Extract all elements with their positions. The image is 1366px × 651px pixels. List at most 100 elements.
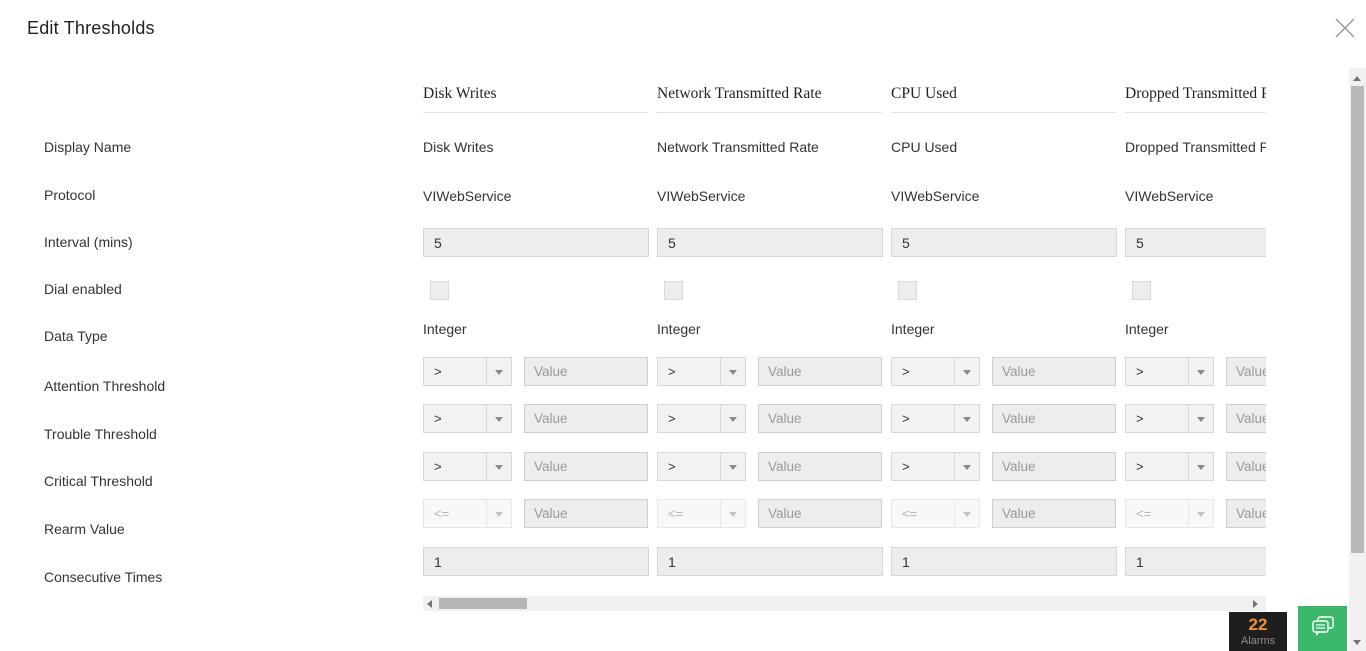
critical-value-input[interactable] xyxy=(1226,452,1266,481)
chevron-down-icon xyxy=(954,405,979,432)
dial-enabled-checkbox[interactable] xyxy=(664,281,683,300)
critical-operator-select[interactable]: > xyxy=(1125,452,1214,481)
chevron-down-icon xyxy=(486,453,511,480)
attention-operator-select[interactable]: > xyxy=(423,357,512,386)
field-label-consecutive-times: Consecutive Times xyxy=(44,569,163,585)
consecutive-times-input[interactable] xyxy=(657,547,883,576)
chat-bubbles-icon xyxy=(1309,613,1337,644)
field-label-trouble-threshold: Trouble Threshold xyxy=(44,426,157,442)
critical-threshold-row: > xyxy=(657,452,885,481)
data-type-value: Integer xyxy=(423,321,467,337)
attention-operator-select[interactable]: > xyxy=(891,357,980,386)
chevron-down-icon xyxy=(720,500,745,527)
critical-threshold-row: > xyxy=(891,452,1119,481)
data-type-value: Integer xyxy=(891,321,935,337)
field-label-dial-enabled: Dial enabled xyxy=(44,281,122,297)
protocol-value: VIWebService xyxy=(657,188,746,204)
chat-button[interactable] xyxy=(1298,606,1347,651)
horizontal-scrollbar-thumb[interactable] xyxy=(439,598,527,609)
critical-value-input[interactable] xyxy=(524,452,648,481)
attention-value-input[interactable] xyxy=(524,357,648,386)
scroll-up-icon[interactable] xyxy=(1353,76,1361,81)
critical-operator-select[interactable]: > xyxy=(891,452,980,481)
rearm-operator-select: <= xyxy=(1125,499,1214,528)
rearm-value-input[interactable] xyxy=(758,499,882,528)
field-label-attention-threshold: Attention Threshold xyxy=(44,378,166,394)
consecutive-times-input[interactable] xyxy=(423,547,649,576)
scroll-right-icon[interactable] xyxy=(1253,600,1258,608)
critical-value-input[interactable] xyxy=(758,452,882,481)
trouble-value-input[interactable] xyxy=(1226,404,1266,433)
attention-threshold-row: > xyxy=(657,357,885,386)
display-name-value: Disk Writes xyxy=(423,139,494,155)
field-label-data-type: Data Type xyxy=(44,328,108,344)
data-type-value: Integer xyxy=(1125,321,1169,337)
critical-value-input[interactable] xyxy=(992,452,1116,481)
interval-input[interactable] xyxy=(423,228,649,257)
attention-operator-select[interactable]: > xyxy=(1125,357,1214,386)
chevron-down-icon xyxy=(720,453,745,480)
data-type-value: Integer xyxy=(657,321,701,337)
trouble-threshold-row: > xyxy=(1125,404,1266,433)
rearm-value-row: <= xyxy=(891,499,1119,528)
rearm-operator-select: <= xyxy=(891,499,980,528)
scroll-left-icon[interactable] xyxy=(427,600,432,608)
attention-operator-select[interactable]: > xyxy=(657,357,746,386)
dial-enabled-checkbox[interactable] xyxy=(430,281,449,300)
vertical-scrollbar[interactable] xyxy=(1349,68,1366,651)
attention-threshold-row: > xyxy=(1125,357,1266,386)
trouble-operator-select[interactable]: > xyxy=(423,404,512,433)
attention-value-input[interactable] xyxy=(992,357,1116,386)
rearm-value-input[interactable] xyxy=(992,499,1116,528)
column-header: Disk Writes xyxy=(423,85,648,113)
consecutive-times-input[interactable] xyxy=(1125,547,1266,576)
rearm-value-row: <= xyxy=(657,499,885,528)
critical-threshold-row: > xyxy=(1125,452,1266,481)
chevron-down-icon xyxy=(1188,405,1213,432)
attention-threshold-row: > xyxy=(891,357,1119,386)
rearm-value-row: <= xyxy=(423,499,651,528)
dial-enabled-checkbox[interactable] xyxy=(898,281,917,300)
field-label-protocol: Protocol xyxy=(44,187,96,203)
chevron-down-icon xyxy=(486,405,511,432)
critical-operator-select[interactable]: > xyxy=(657,452,746,481)
horizontal-scrollbar[interactable] xyxy=(423,596,1266,611)
alarms-label: Alarms xyxy=(1240,635,1276,647)
rearm-value-row: <= xyxy=(1125,499,1266,528)
close-icon[interactable] xyxy=(1333,16,1357,40)
chevron-down-icon xyxy=(720,405,745,432)
critical-threshold-row: > xyxy=(423,452,651,481)
scroll-down-icon[interactable] xyxy=(1353,640,1361,645)
trouble-threshold-row: > xyxy=(657,404,885,433)
trouble-value-input[interactable] xyxy=(758,404,882,433)
rearm-value-input[interactable] xyxy=(524,499,648,528)
dial-enabled-checkbox[interactable] xyxy=(1132,281,1151,300)
chevron-down-icon xyxy=(486,500,511,527)
critical-operator-select[interactable]: > xyxy=(423,452,512,481)
trouble-threshold-row: > xyxy=(891,404,1119,433)
trouble-value-input[interactable] xyxy=(524,404,648,433)
trouble-operator-select[interactable]: > xyxy=(891,404,980,433)
metric-column-disk-writes: Disk Writes Disk Writes VIWebService Int… xyxy=(423,80,651,592)
trouble-value-input[interactable] xyxy=(992,404,1116,433)
consecutive-times-input[interactable] xyxy=(891,547,1117,576)
alarms-badge[interactable]: 22 Alarms xyxy=(1229,612,1287,651)
interval-input[interactable] xyxy=(1125,228,1266,257)
trouble-operator-select[interactable]: > xyxy=(657,404,746,433)
vertical-scrollbar-thumb[interactable] xyxy=(1351,86,1364,553)
attention-value-input[interactable] xyxy=(758,357,882,386)
trouble-operator-select[interactable]: > xyxy=(1125,404,1214,433)
interval-input[interactable] xyxy=(657,228,883,257)
field-label-rearm-value: Rearm Value xyxy=(44,521,125,537)
interval-input[interactable] xyxy=(891,228,1117,257)
field-label-critical-threshold: Critical Threshold xyxy=(44,473,153,489)
chevron-down-icon xyxy=(486,358,511,385)
protocol-value: VIWebService xyxy=(1125,188,1214,204)
attention-value-input[interactable] xyxy=(1226,357,1266,386)
chevron-down-icon xyxy=(1188,453,1213,480)
rearm-value-input[interactable] xyxy=(1226,499,1266,528)
column-header: Network Transmitted Rate xyxy=(657,85,882,113)
chevron-down-icon xyxy=(954,500,979,527)
display-name-value: CPU Used xyxy=(891,139,958,155)
column-header: Dropped Transmitted P xyxy=(1125,85,1266,113)
